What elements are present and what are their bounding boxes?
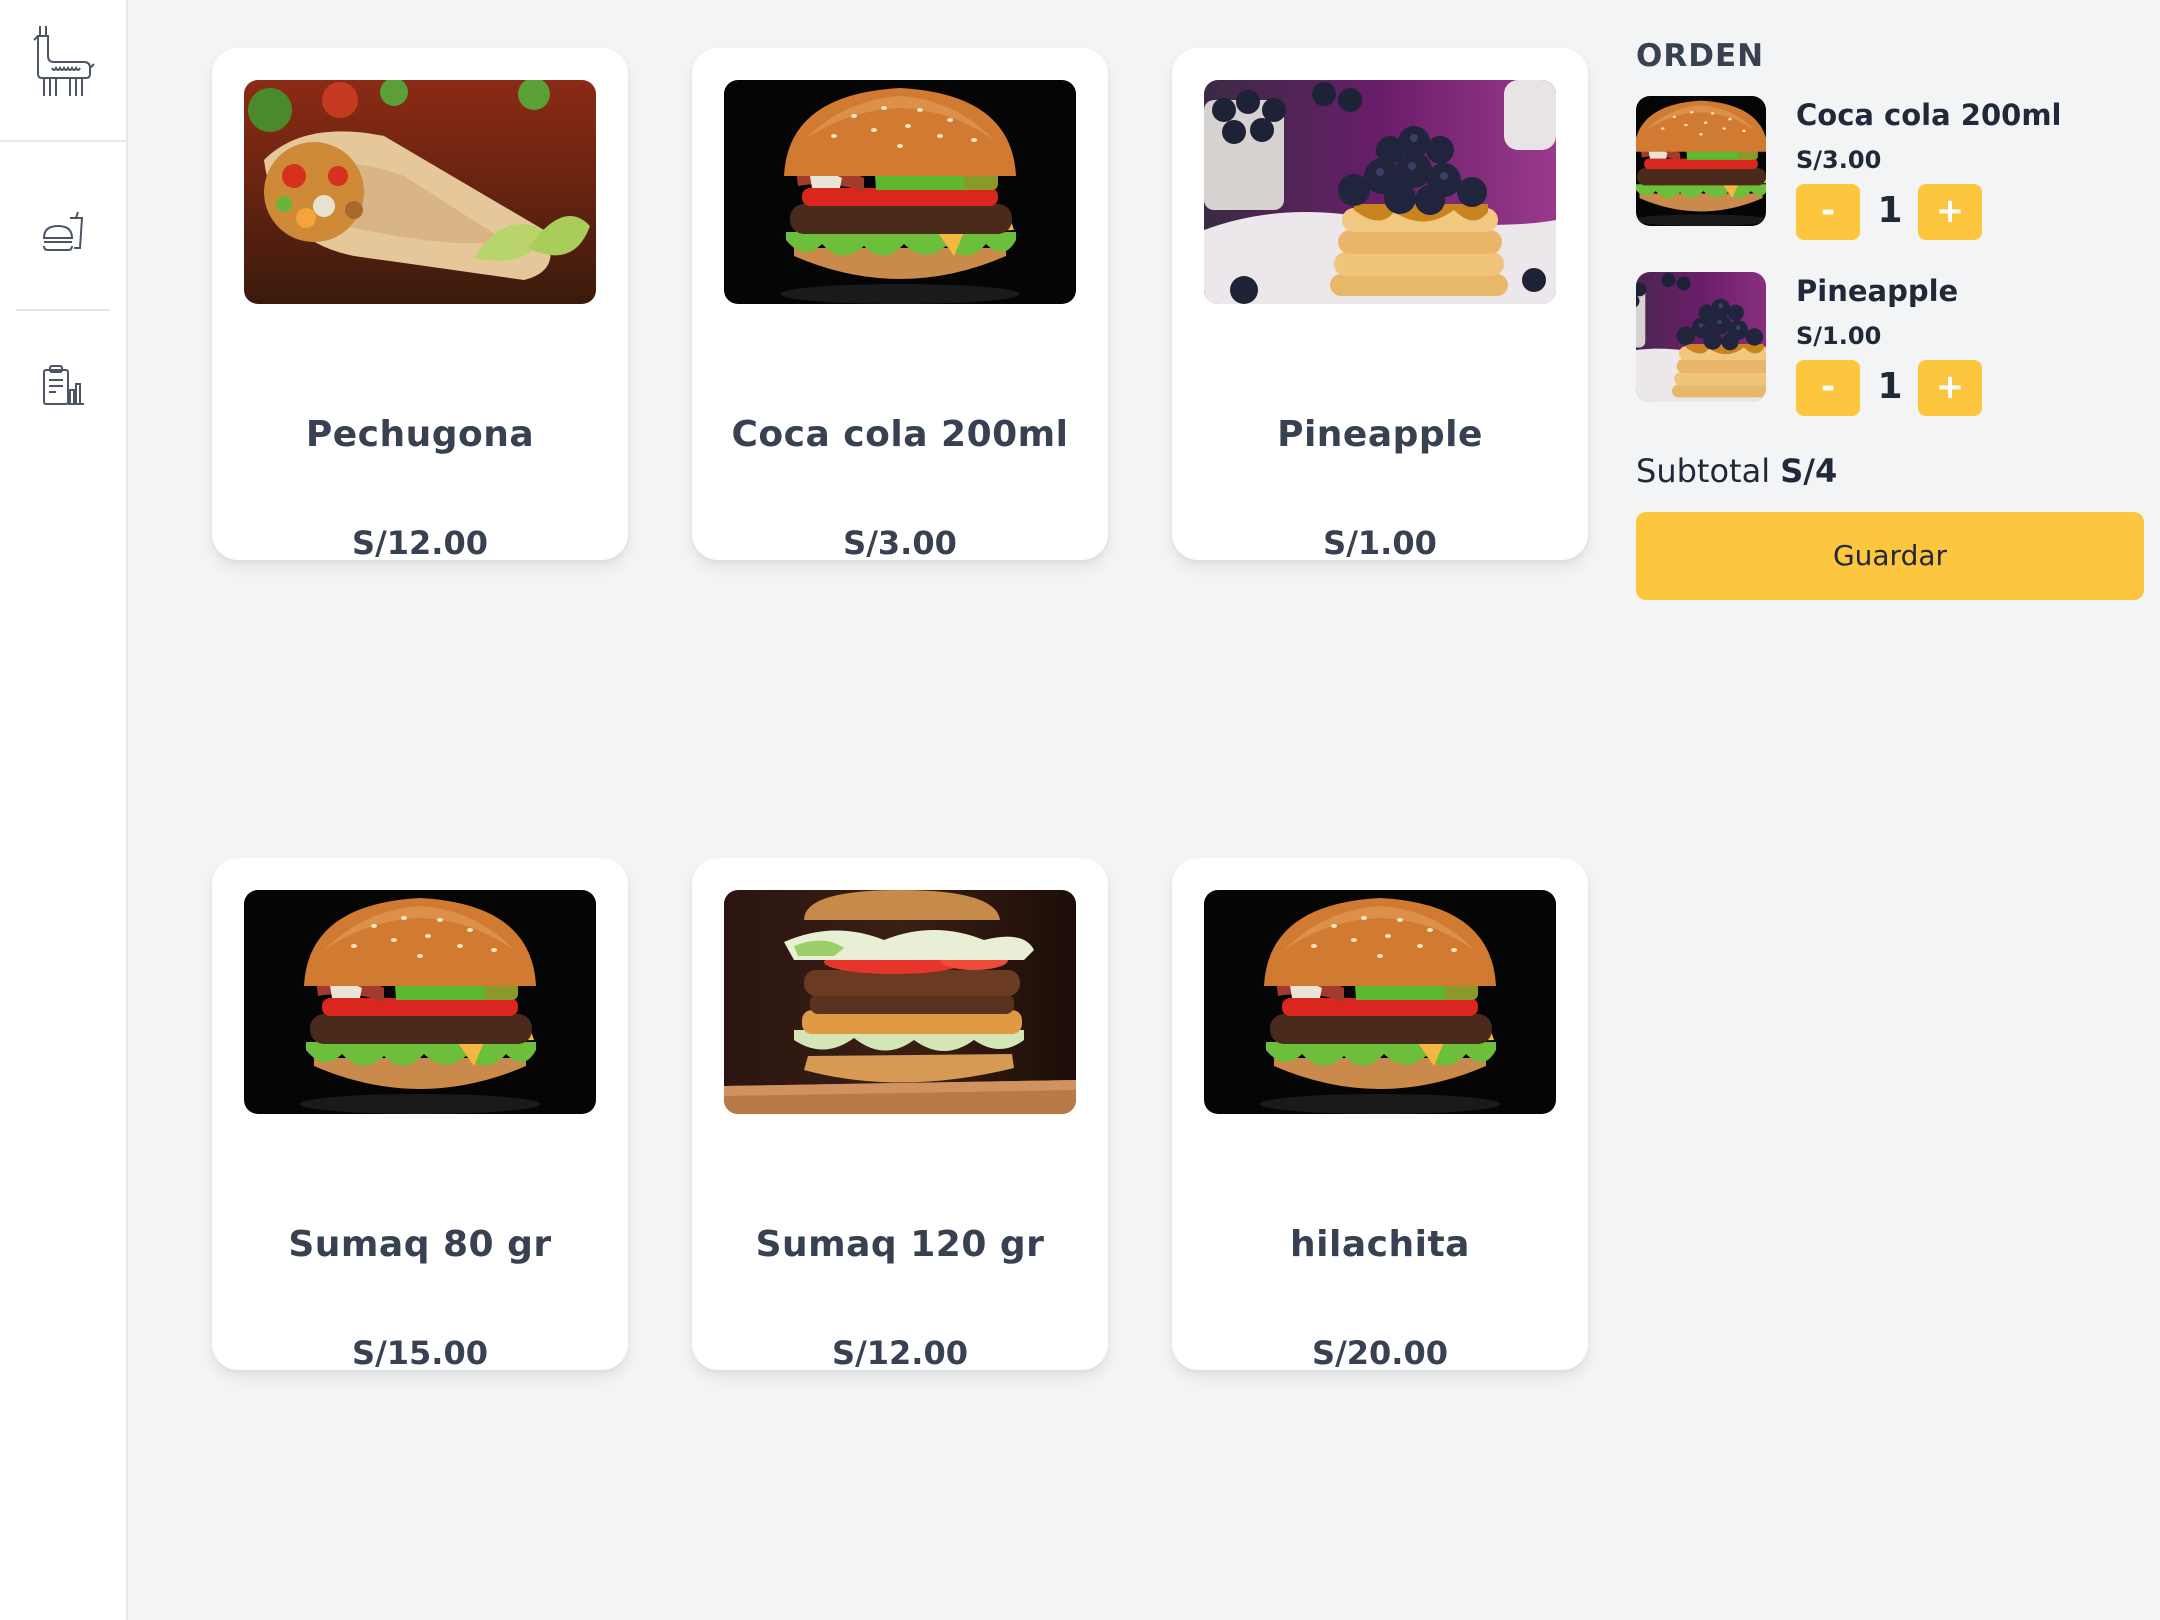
subtotal-label: Subtotal [1636, 452, 1771, 490]
order-item-price: S/3.00 [1796, 146, 1882, 174]
order-item-name: Coca cola 200ml [1796, 98, 2062, 132]
product-price: S/20.00 [1312, 1334, 1448, 1372]
sidebar-divider [0, 140, 126, 142]
decrease-quantity-button[interactable]: - [1796, 360, 1860, 416]
food-menu-icon[interactable] [40, 210, 86, 256]
product-card[interactable]: Pechugona S/12.00 [212, 48, 628, 562]
increase-quantity-button[interactable]: + [1918, 184, 1982, 240]
product-card[interactable]: Sumaq 120 gr S/12.00 [692, 858, 1108, 1372]
order-item-image [1636, 272, 1766, 402]
order-title: ORDEN [1636, 38, 1765, 74]
save-button[interactable]: Guardar [1636, 512, 2144, 600]
product-image [724, 80, 1076, 304]
quantity-value: 1 [1877, 366, 1903, 407]
llama-logo-icon[interactable] [30, 22, 96, 106]
sidebar-divider [16, 309, 110, 311]
order-panel: ORDEN Coca cola 200ml S/3.00 - 1 + Pinea… [1620, 0, 2160, 1620]
product-image [1204, 890, 1556, 1114]
product-card[interactable]: Coca cola 200ml S/3.00 [692, 48, 1108, 562]
product-card[interactable]: Sumaq 80 gr S/15.00 [212, 858, 628, 1372]
order-item-name: Pineapple [1796, 274, 1959, 308]
product-name: Pineapple [1277, 414, 1483, 455]
order-item-price: S/1.00 [1796, 322, 1882, 350]
product-name: Sumaq 80 gr [288, 1224, 552, 1265]
product-name: Pechugona [305, 414, 535, 455]
increase-quantity-button[interactable]: + [1918, 360, 1982, 416]
product-price: S/3.00 [843, 524, 957, 562]
product-price: S/15.00 [352, 1334, 488, 1372]
product-price: S/1.00 [1323, 524, 1437, 562]
product-image [724, 890, 1076, 1114]
subtotal-value: S/4 [1780, 452, 1838, 490]
sidebar [0, 0, 128, 1620]
quantity-value: 1 [1877, 190, 1903, 231]
subtotal: Subtotal S/4 [1636, 452, 1837, 490]
product-image [1204, 80, 1556, 304]
product-name: hilachita [1290, 1224, 1470, 1265]
product-image [244, 890, 596, 1114]
product-name: Coca cola 200ml [731, 414, 1069, 455]
product-card[interactable]: Pineapple S/1.00 [1172, 48, 1588, 562]
clipboard-chart-icon[interactable] [40, 364, 86, 410]
product-price: S/12.00 [832, 1334, 968, 1372]
decrease-quantity-button[interactable]: - [1796, 184, 1860, 240]
order-item-image [1636, 96, 1766, 226]
product-name: Sumaq 120 gr [755, 1224, 1045, 1265]
product-price: S/12.00 [352, 524, 488, 562]
product-image [244, 80, 596, 304]
product-card[interactable]: hilachita S/20.00 [1172, 858, 1588, 1372]
